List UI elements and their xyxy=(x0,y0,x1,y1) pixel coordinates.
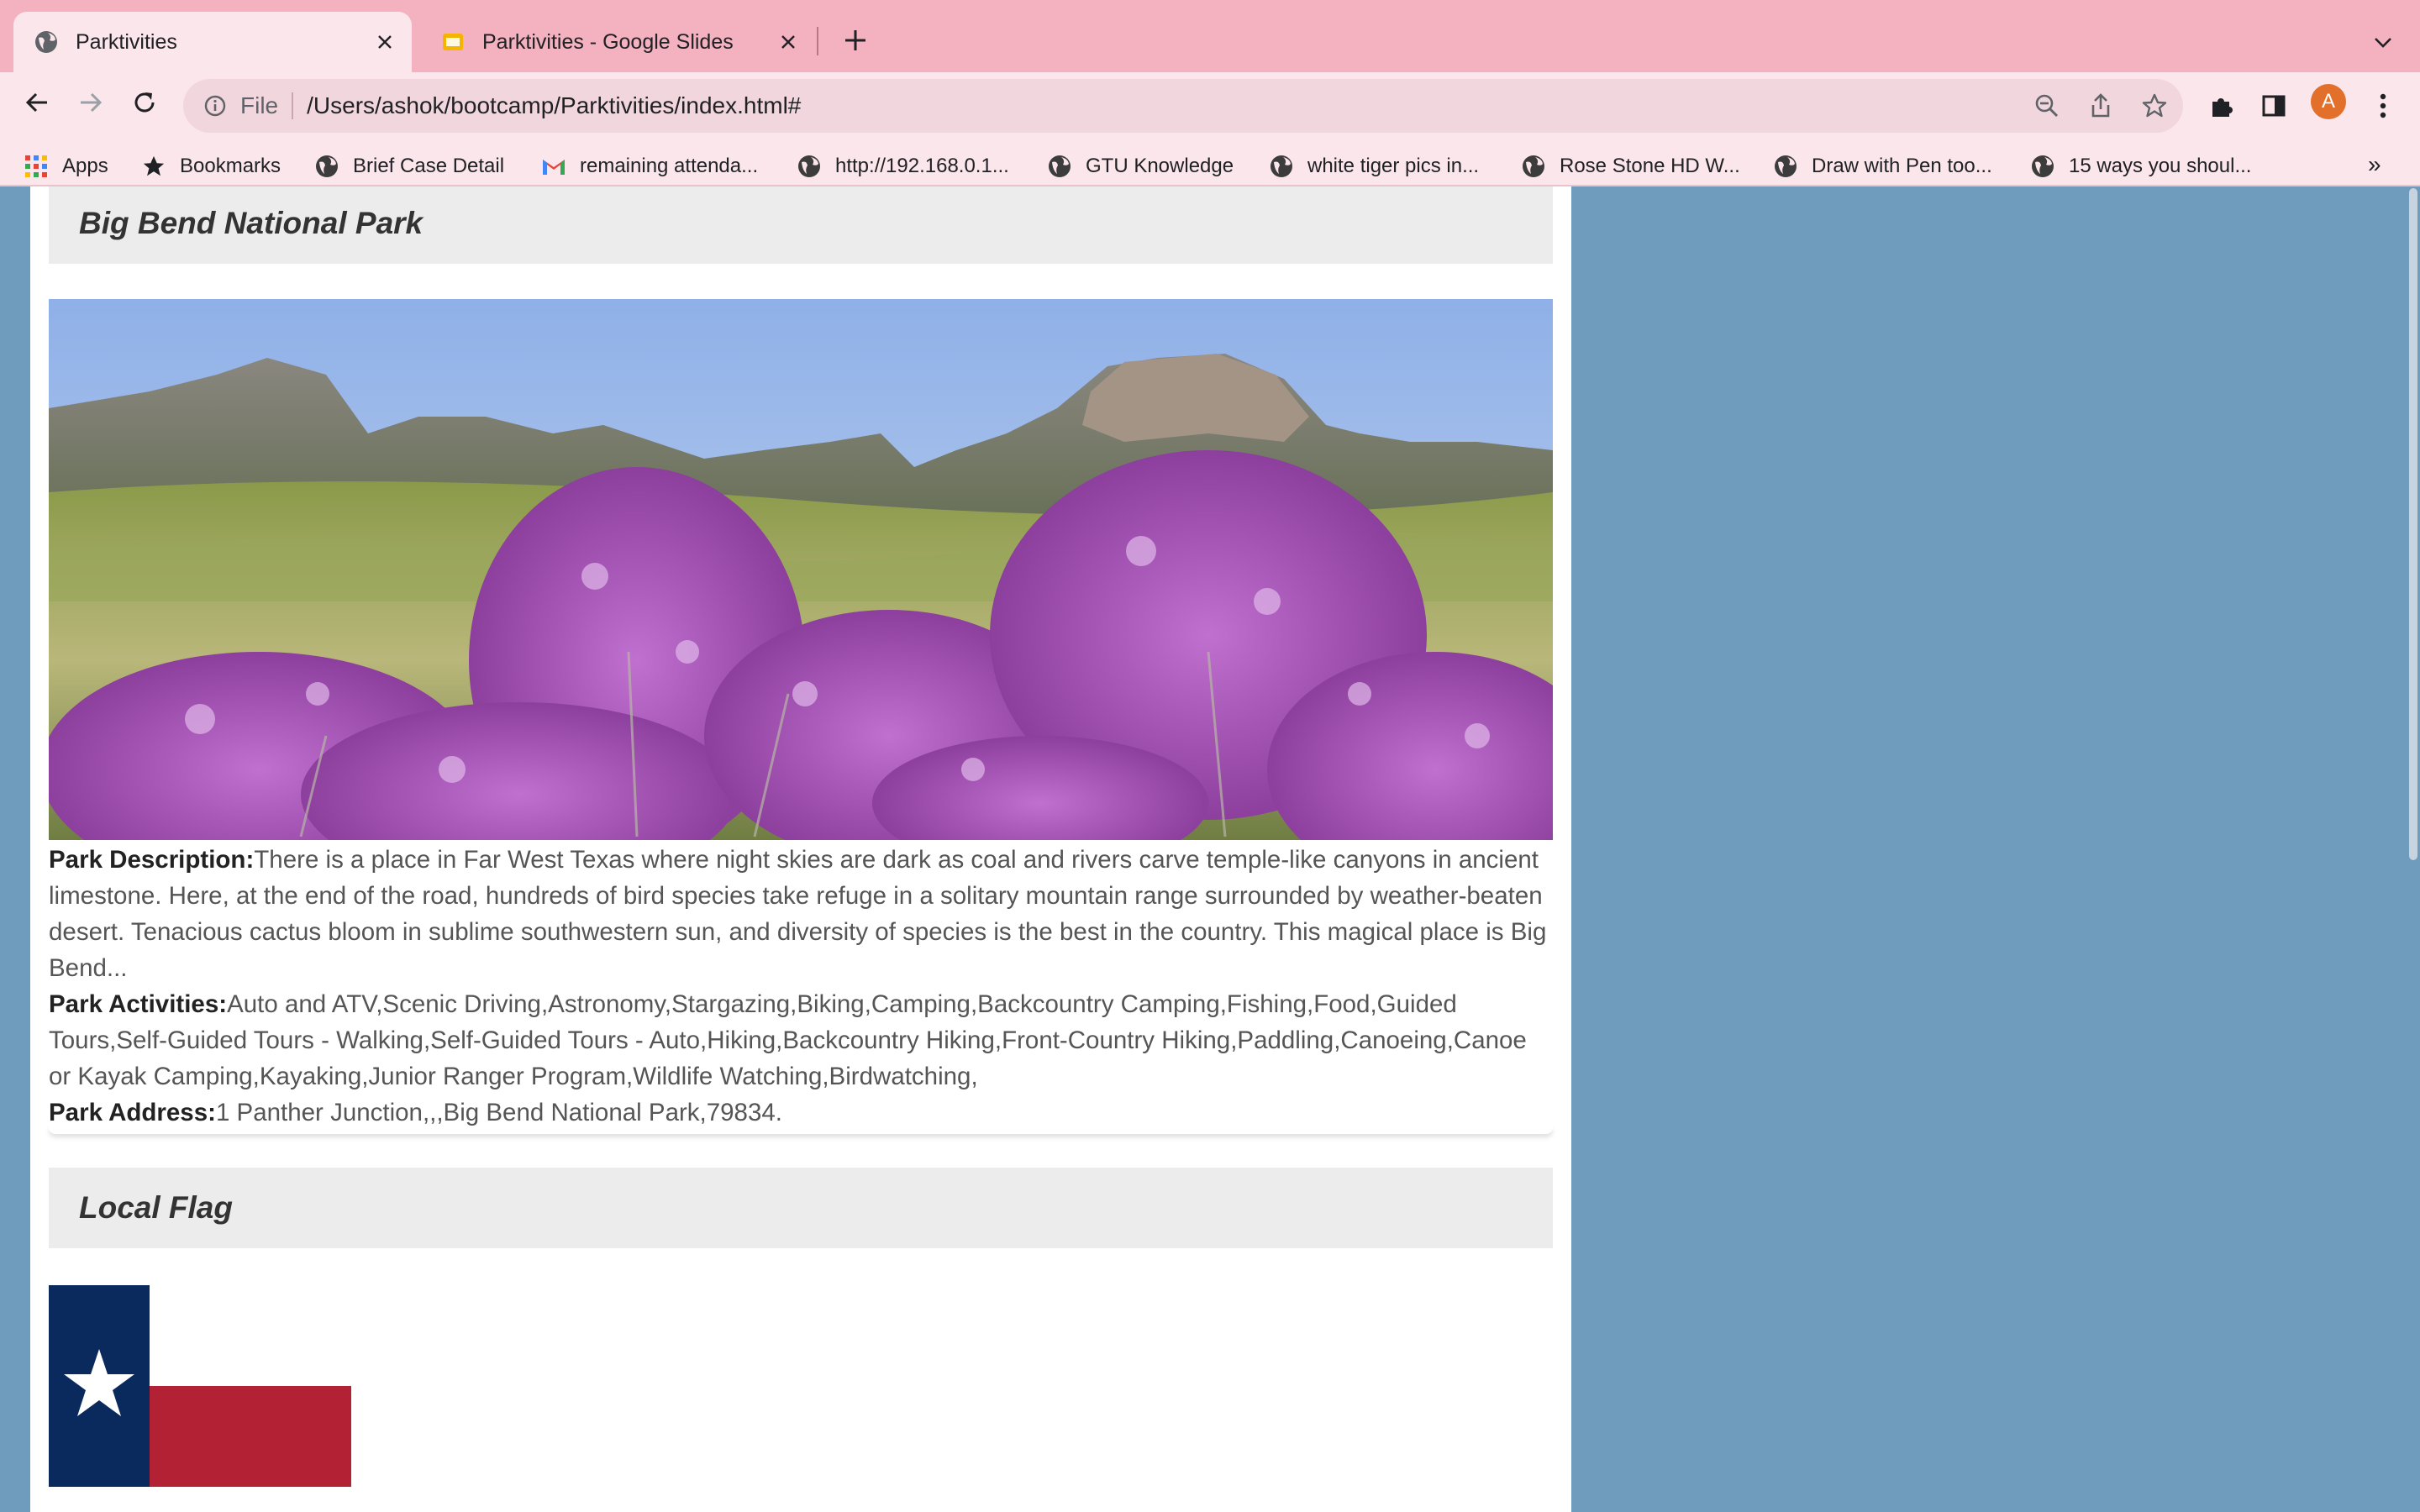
bookmark-label: Draw with Pen too... xyxy=(1812,155,1992,177)
park-name-heading: Big Bend National Park xyxy=(79,206,424,240)
activities-text: Auto and ATV,Scenic Driving,Astronomy,St… xyxy=(49,990,1527,1090)
bookmarks-bar: Apps Bookmarks Brief Case Detail remaini… xyxy=(0,139,2420,192)
site-info-icon[interactable] xyxy=(198,89,232,123)
close-tab-icon[interactable] xyxy=(771,25,805,59)
gmail-icon xyxy=(541,154,566,179)
bookmark-white-tiger[interactable]: white tiger pics in... xyxy=(1269,150,1479,183)
omnibox-divider xyxy=(292,92,294,119)
globe-icon xyxy=(314,154,339,179)
bookmark-label: GTU Knowledge xyxy=(1086,155,1234,177)
address-label: Park Address: xyxy=(49,1099,216,1126)
globe-icon xyxy=(2030,154,2055,179)
browser-toolbar: File /Users/ashok/bootcamp/Parktivities/… xyxy=(0,72,2420,200)
park-details: Park Description:There is a place in Far… xyxy=(49,842,1553,1131)
address-bar[interactable]: File /Users/ashok/bootcamp/Parktivities/… xyxy=(183,79,2183,133)
bookmark-gtu-knowledge[interactable]: GTU Knowledge xyxy=(1047,150,1234,183)
description-text: There is a place in Far West Texas where… xyxy=(49,846,1547,982)
local-flag-header: Local Flag xyxy=(49,1168,1553,1248)
globe-icon xyxy=(1521,154,1546,179)
url-text[interactable]: /Users/ashok/bootcamp/Parktivities/index… xyxy=(307,92,801,119)
url-scheme: File xyxy=(240,92,279,118)
local-flag-heading: Local Flag xyxy=(79,1190,233,1225)
bookmark-label: Rose Stone HD W... xyxy=(1560,155,1740,177)
bookmark-15-ways[interactable]: 15 ways you shoul... xyxy=(2030,150,2251,183)
page-scrollbar[interactable] xyxy=(2407,186,2420,1512)
bookmark-label: http://192.168.0.1... xyxy=(835,155,1009,177)
back-arrow-icon xyxy=(25,92,47,113)
texas-flag-image xyxy=(49,1285,351,1487)
forward-button[interactable] xyxy=(71,82,111,123)
plus-icon xyxy=(845,30,865,50)
park-description: Park Description:There is a place in Far… xyxy=(49,842,1553,986)
bookmark-label: Brief Case Detail xyxy=(353,155,505,177)
page-viewport: Big Bend National Park Park Description:… xyxy=(0,186,2420,1512)
bookmark-bookmarks[interactable]: Bookmarks xyxy=(141,150,281,183)
park-card-bottom-edge xyxy=(49,1126,1553,1134)
share-icon[interactable] xyxy=(2082,87,2119,124)
reload-icon xyxy=(134,92,155,113)
park-activities: Park Activities:Auto and ATV,Scenic Driv… xyxy=(49,986,1553,1095)
scrollbar-thumb[interactable] xyxy=(2409,188,2417,860)
new-tab-button[interactable] xyxy=(839,24,872,57)
bookmark-label: remaining attenda... xyxy=(580,155,759,177)
globe-icon xyxy=(1773,154,1798,179)
content-column: Big Bend National Park Park Description:… xyxy=(30,186,1571,1512)
close-tab-icon[interactable] xyxy=(368,25,402,59)
activities-label: Park Activities: xyxy=(49,990,228,1018)
address-text: 1 Panther Junction,,,Big Bend National P… xyxy=(215,1099,782,1126)
tab-parktivities[interactable]: Parktivities xyxy=(13,12,412,72)
tab-google-slides[interactable]: Parktivities - Google Slides xyxy=(420,12,815,72)
bookmark-local-ip[interactable]: http://192.168.0.1... xyxy=(797,150,1009,183)
forward-arrow-icon xyxy=(81,92,103,113)
globe-icon xyxy=(34,29,59,55)
globe-icon xyxy=(1047,154,1072,179)
park-photo xyxy=(49,299,1553,840)
apps-grid-icon xyxy=(24,154,49,179)
zoom-icon[interactable] xyxy=(2028,87,2065,124)
back-button[interactable] xyxy=(17,82,57,123)
bookmark-remaining-attendance[interactable]: remaining attenda... xyxy=(541,150,758,183)
side-panel-icon[interactable] xyxy=(2255,87,2292,124)
bookmark-label: white tiger pics in... xyxy=(1307,155,1480,177)
profile-avatar[interactable]: A xyxy=(2311,84,2346,119)
tab-title: Parktivities xyxy=(76,29,177,54)
bookmark-rose-stone[interactable]: Rose Stone HD W... xyxy=(1521,150,1740,183)
bookmark-draw-with-pen[interactable]: Draw with Pen too... xyxy=(1773,150,1992,183)
globe-icon xyxy=(797,154,822,179)
description-label: Park Description: xyxy=(49,846,255,874)
bookmark-label: Bookmarks xyxy=(180,155,281,177)
menu-kebab-icon[interactable] xyxy=(2365,87,2402,124)
bookmark-apps[interactable]: Apps xyxy=(24,150,108,183)
tab-title: Parktivities - Google Slides xyxy=(482,29,734,54)
reload-button[interactable] xyxy=(124,82,165,123)
globe-icon xyxy=(1269,154,1294,179)
chevron-down-icon xyxy=(2375,38,2391,48)
bookmark-label: 15 ways you shoul... xyxy=(2069,155,2252,177)
bookmarks-overflow-button[interactable]: » xyxy=(2368,151,2381,178)
tab-search-button[interactable] xyxy=(2366,25,2400,59)
bookmark-star-icon[interactable] xyxy=(2136,87,2173,124)
park-card-header: Big Bend National Park xyxy=(49,186,1553,264)
tab-strip: Parktivities Parktivities - Google Slide… xyxy=(0,0,2420,72)
slides-icon xyxy=(440,29,466,55)
tab-separator xyxy=(817,27,818,55)
bookmark-brief-case-detail[interactable]: Brief Case Detail xyxy=(314,150,504,183)
star-icon xyxy=(141,154,166,179)
bookmark-label: Apps xyxy=(62,155,108,177)
extensions-icon[interactable] xyxy=(2203,87,2240,124)
